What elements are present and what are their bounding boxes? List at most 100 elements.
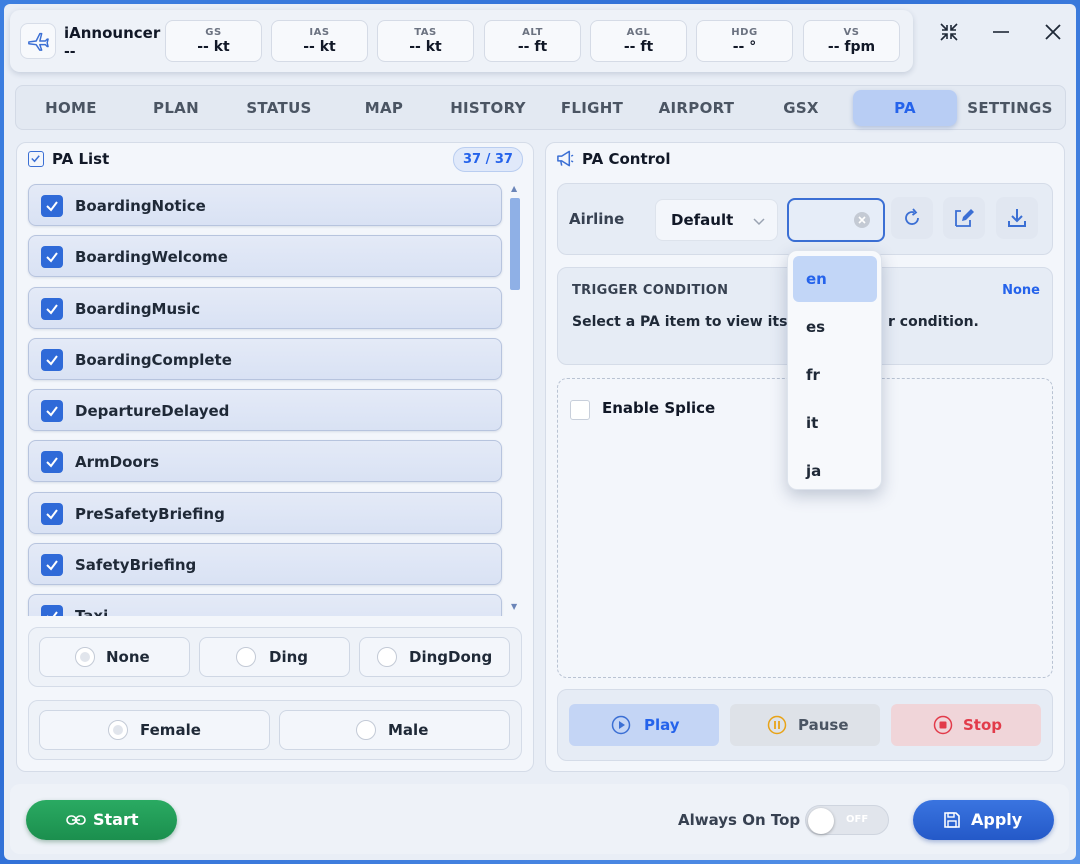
trigger-text: Select a PA item to view its aut bbox=[572, 314, 819, 330]
header-bar: iAnnouncer -- GS -- kt IAS -- kt TAS -- … bbox=[10, 10, 913, 72]
play-button[interactable]: Play bbox=[569, 704, 719, 746]
checkbox-icon bbox=[28, 151, 44, 167]
checkbox[interactable] bbox=[41, 195, 63, 217]
download-button[interactable] bbox=[996, 197, 1038, 239]
tab-settings[interactable]: SETTINGS bbox=[962, 90, 1058, 126]
dropdown-option-ja[interactable]: ja bbox=[793, 448, 877, 494]
list-item[interactable]: BoardingWelcome bbox=[28, 235, 502, 277]
start-button[interactable]: Start bbox=[26, 800, 177, 840]
tab-map[interactable]: MAP bbox=[339, 90, 429, 126]
stat-agl: AGL -- ft bbox=[590, 20, 687, 62]
splice-label: Enable Splice bbox=[602, 399, 716, 417]
tab-bar: HOME PLAN STATUS MAP HISTORY FLIGHT AIRP… bbox=[15, 85, 1066, 130]
compact-icon[interactable] bbox=[935, 18, 963, 46]
link-icon bbox=[66, 815, 86, 825]
count-badge: 37 / 37 bbox=[453, 147, 523, 172]
list-item-label: BoardingNotice bbox=[75, 197, 206, 215]
list-item[interactable]: BoardingComplete bbox=[28, 338, 502, 380]
stat-alt: ALT -- ft bbox=[484, 20, 581, 62]
checkbox[interactable] bbox=[41, 605, 63, 616]
pa-list: BoardingNotice BoardingWelcome BoardingM… bbox=[22, 180, 522, 616]
list-item-label: BoardingMusic bbox=[75, 300, 201, 318]
list-item[interactable]: BoardingNotice bbox=[28, 184, 502, 226]
chime-label: None bbox=[106, 648, 150, 666]
trigger-title: TRIGGER CONDITION bbox=[572, 283, 729, 298]
tab-home[interactable]: HOME bbox=[26, 90, 116, 126]
playback-controls: Play Pause Stop bbox=[557, 689, 1053, 761]
stat-gs: GS -- kt bbox=[165, 20, 262, 62]
chime-dingdong[interactable]: DingDong bbox=[359, 637, 510, 677]
language-select[interactable] bbox=[787, 198, 885, 242]
close-icon[interactable] bbox=[1039, 18, 1067, 46]
dropdown-option-en[interactable]: en bbox=[793, 256, 877, 302]
megaphone-icon bbox=[556, 150, 575, 172]
list-item[interactable]: DepartureDelayed bbox=[28, 389, 502, 431]
stat-value: -- kt bbox=[409, 39, 442, 55]
minimize-icon[interactable] bbox=[987, 18, 1015, 46]
stat-hdg: HDG -- ° bbox=[696, 20, 793, 62]
tab-pa[interactable]: PA bbox=[853, 90, 957, 126]
tab-flight[interactable]: FLIGHT bbox=[547, 90, 637, 126]
pause-button[interactable]: Pause bbox=[730, 704, 880, 746]
dropdown-option-es[interactable]: es bbox=[793, 304, 877, 350]
scroll-down-icon[interactable]: ▼ bbox=[511, 602, 517, 611]
list-item[interactable]: SafetyBriefing bbox=[28, 543, 502, 585]
list-item-label: ArmDoors bbox=[75, 453, 160, 471]
save-icon bbox=[944, 812, 960, 828]
voice-female[interactable]: Female bbox=[39, 710, 270, 750]
stat-label: HDG bbox=[731, 27, 758, 38]
chime-label: Ding bbox=[269, 648, 309, 666]
stat-value: -- kt bbox=[197, 39, 230, 55]
edit-button[interactable] bbox=[943, 197, 985, 239]
apply-button[interactable]: Apply bbox=[913, 800, 1054, 840]
radio[interactable] bbox=[236, 647, 256, 667]
list-item[interactable]: Taxi bbox=[28, 594, 502, 616]
tab-plan[interactable]: PLAN bbox=[131, 90, 221, 126]
voice-label: Male bbox=[388, 721, 429, 739]
tab-airport[interactable]: AIRPORT bbox=[649, 90, 744, 126]
radio[interactable] bbox=[377, 647, 397, 667]
checkbox[interactable] bbox=[41, 451, 63, 473]
stat-value: -- fpm bbox=[827, 39, 876, 55]
checkbox[interactable] bbox=[41, 400, 63, 422]
toggle-state: OFF bbox=[846, 814, 869, 825]
scrollbar[interactable]: ▲ ▼ bbox=[509, 184, 521, 614]
radio[interactable] bbox=[356, 720, 376, 740]
list-item[interactable]: ArmDoors bbox=[28, 440, 502, 482]
tab-gsx[interactable]: GSX bbox=[756, 90, 846, 126]
scroll-up-icon[interactable]: ▲ bbox=[511, 184, 517, 193]
chime-label: DingDong bbox=[409, 648, 493, 666]
stop-icon bbox=[933, 715, 953, 735]
stat-value: -- ft bbox=[623, 39, 654, 55]
voice-label: Female bbox=[140, 721, 201, 739]
checkbox[interactable] bbox=[41, 246, 63, 268]
scrollbar-thumb[interactable] bbox=[510, 198, 520, 290]
list-item[interactable]: BoardingMusic bbox=[28, 287, 502, 329]
stat-vs: VS -- fpm bbox=[803, 20, 900, 62]
voice-male[interactable]: Male bbox=[279, 710, 510, 750]
tab-status[interactable]: STATUS bbox=[234, 90, 324, 126]
clear-icon[interactable] bbox=[854, 212, 870, 228]
list-item[interactable]: PreSafetyBriefing bbox=[28, 492, 502, 534]
airline-select[interactable]: Default bbox=[655, 199, 778, 241]
chime-none[interactable]: None bbox=[39, 637, 190, 677]
checkbox[interactable] bbox=[41, 554, 63, 576]
radio[interactable] bbox=[108, 720, 128, 740]
stat-label: AGL bbox=[626, 27, 651, 38]
chime-ding[interactable]: Ding bbox=[199, 637, 350, 677]
stop-button[interactable]: Stop bbox=[891, 704, 1041, 746]
tab-history[interactable]: HISTORY bbox=[441, 90, 535, 126]
always-on-top-toggle[interactable]: OFF bbox=[805, 805, 889, 835]
checkbox[interactable] bbox=[41, 503, 63, 525]
checkbox[interactable] bbox=[41, 298, 63, 320]
airline-row: Airline Default bbox=[557, 183, 1053, 255]
list-item-label: Taxi bbox=[75, 607, 109, 616]
splice-checkbox[interactable] bbox=[570, 400, 590, 420]
airline-label: Airline bbox=[569, 210, 625, 228]
dropdown-option-it[interactable]: it bbox=[793, 400, 877, 446]
checkbox[interactable] bbox=[41, 349, 63, 371]
dropdown-option-fr[interactable]: fr bbox=[793, 352, 877, 398]
refresh-button[interactable] bbox=[891, 197, 933, 239]
radio[interactable] bbox=[75, 647, 95, 667]
pa-list-title: PA List bbox=[52, 150, 110, 168]
